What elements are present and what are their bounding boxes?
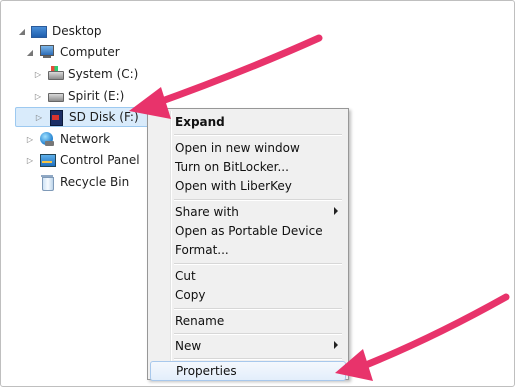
context-menu: Expand Open in new window Turn on BitLoc… [147, 108, 349, 381]
expand-arrow-icon[interactable]: ▷ [33, 92, 43, 101]
hard-drive-icon [47, 66, 64, 82]
annotation-arrow-to-sd-disk [129, 34, 323, 119]
desktop-icon [31, 25, 47, 38]
tree-item-label: Network [60, 132, 111, 146]
menu-item-open-as-portable-device[interactable]: Open as Portable Device [150, 221, 346, 241]
tree-item-sd-disk-f[interactable]: ▷ SD Disk (F:) [15, 107, 153, 127]
explorer-navigation-pane: ◢ Desktop ◢ Computer ▷ System (C:) ▷ Spi… [0, 0, 515, 387]
menu-separator [174, 134, 342, 136]
tree-item-network[interactable]: ▷ Network [25, 129, 110, 149]
tree-item-desktop[interactable]: ◢ Desktop [17, 21, 102, 41]
expand-arrow-icon[interactable]: ▷ [25, 156, 35, 165]
control-panel-icon [39, 152, 56, 168]
tree-item-recycle-bin[interactable]: Recycle Bin [25, 172, 129, 192]
menu-separator [174, 308, 342, 310]
removable-drive-icon [47, 88, 64, 104]
computer-icon [39, 44, 55, 60]
menu-item-label: New [175, 339, 202, 353]
tree-item-spirit-e[interactable]: ▷ Spirit (E:) [33, 86, 124, 106]
sd-card-icon [48, 109, 64, 126]
recycle-bin-icon [39, 174, 55, 191]
tree-item-label: SD Disk (F:) [69, 110, 139, 124]
menu-item-properties[interactable]: Properties [150, 361, 346, 381]
collapse-arrow-icon[interactable]: ◢ [25, 48, 35, 57]
menu-item-open-with-liberkey[interactable]: Open with LiberKey [150, 176, 346, 196]
tree-item-label: System (C:) [68, 67, 139, 81]
menu-separator [174, 333, 342, 335]
menu-item-expand[interactable]: Expand [150, 112, 346, 132]
menu-item-rename[interactable]: Rename [150, 311, 346, 331]
menu-item-copy[interactable]: Copy [150, 285, 346, 305]
tree-item-control-panel[interactable]: ▷ Control Panel [25, 150, 140, 170]
submenu-arrow-icon [334, 341, 338, 349]
annotation-arrow-to-properties [335, 293, 510, 381]
menu-separator [174, 358, 342, 360]
expand-arrow-icon[interactable]: ▷ [33, 70, 43, 79]
expand-arrow-icon[interactable]: ▷ [25, 135, 35, 144]
menu-item-cut[interactable]: Cut [150, 266, 346, 286]
tree-item-label: Spirit (E:) [68, 89, 125, 103]
expand-arrow-icon[interactable]: ▷ [34, 113, 44, 122]
tree-item-label: Computer [60, 45, 120, 59]
menu-item-share-with[interactable]: Share with [150, 202, 346, 222]
tree-item-label: Control Panel [60, 153, 140, 167]
menu-item-format[interactable]: Format... [150, 240, 346, 260]
collapse-arrow-icon[interactable]: ◢ [17, 27, 27, 36]
menu-separator [174, 263, 342, 265]
menu-separator [174, 199, 342, 201]
tree-item-label: Desktop [52, 24, 102, 38]
menu-item-label: Share with [175, 205, 239, 219]
menu-item-turn-on-bitlocker[interactable]: Turn on BitLocker... [150, 157, 346, 177]
network-icon [39, 131, 55, 147]
tree-item-label: Recycle Bin [60, 175, 130, 189]
menu-item-new[interactable]: New [150, 336, 346, 356]
tree-item-computer[interactable]: ◢ Computer [25, 42, 120, 62]
tree-item-system-c[interactable]: ▷ System (C:) [33, 64, 138, 84]
menu-item-open-in-new-window[interactable]: Open in new window [150, 138, 346, 158]
submenu-arrow-icon [334, 207, 338, 215]
